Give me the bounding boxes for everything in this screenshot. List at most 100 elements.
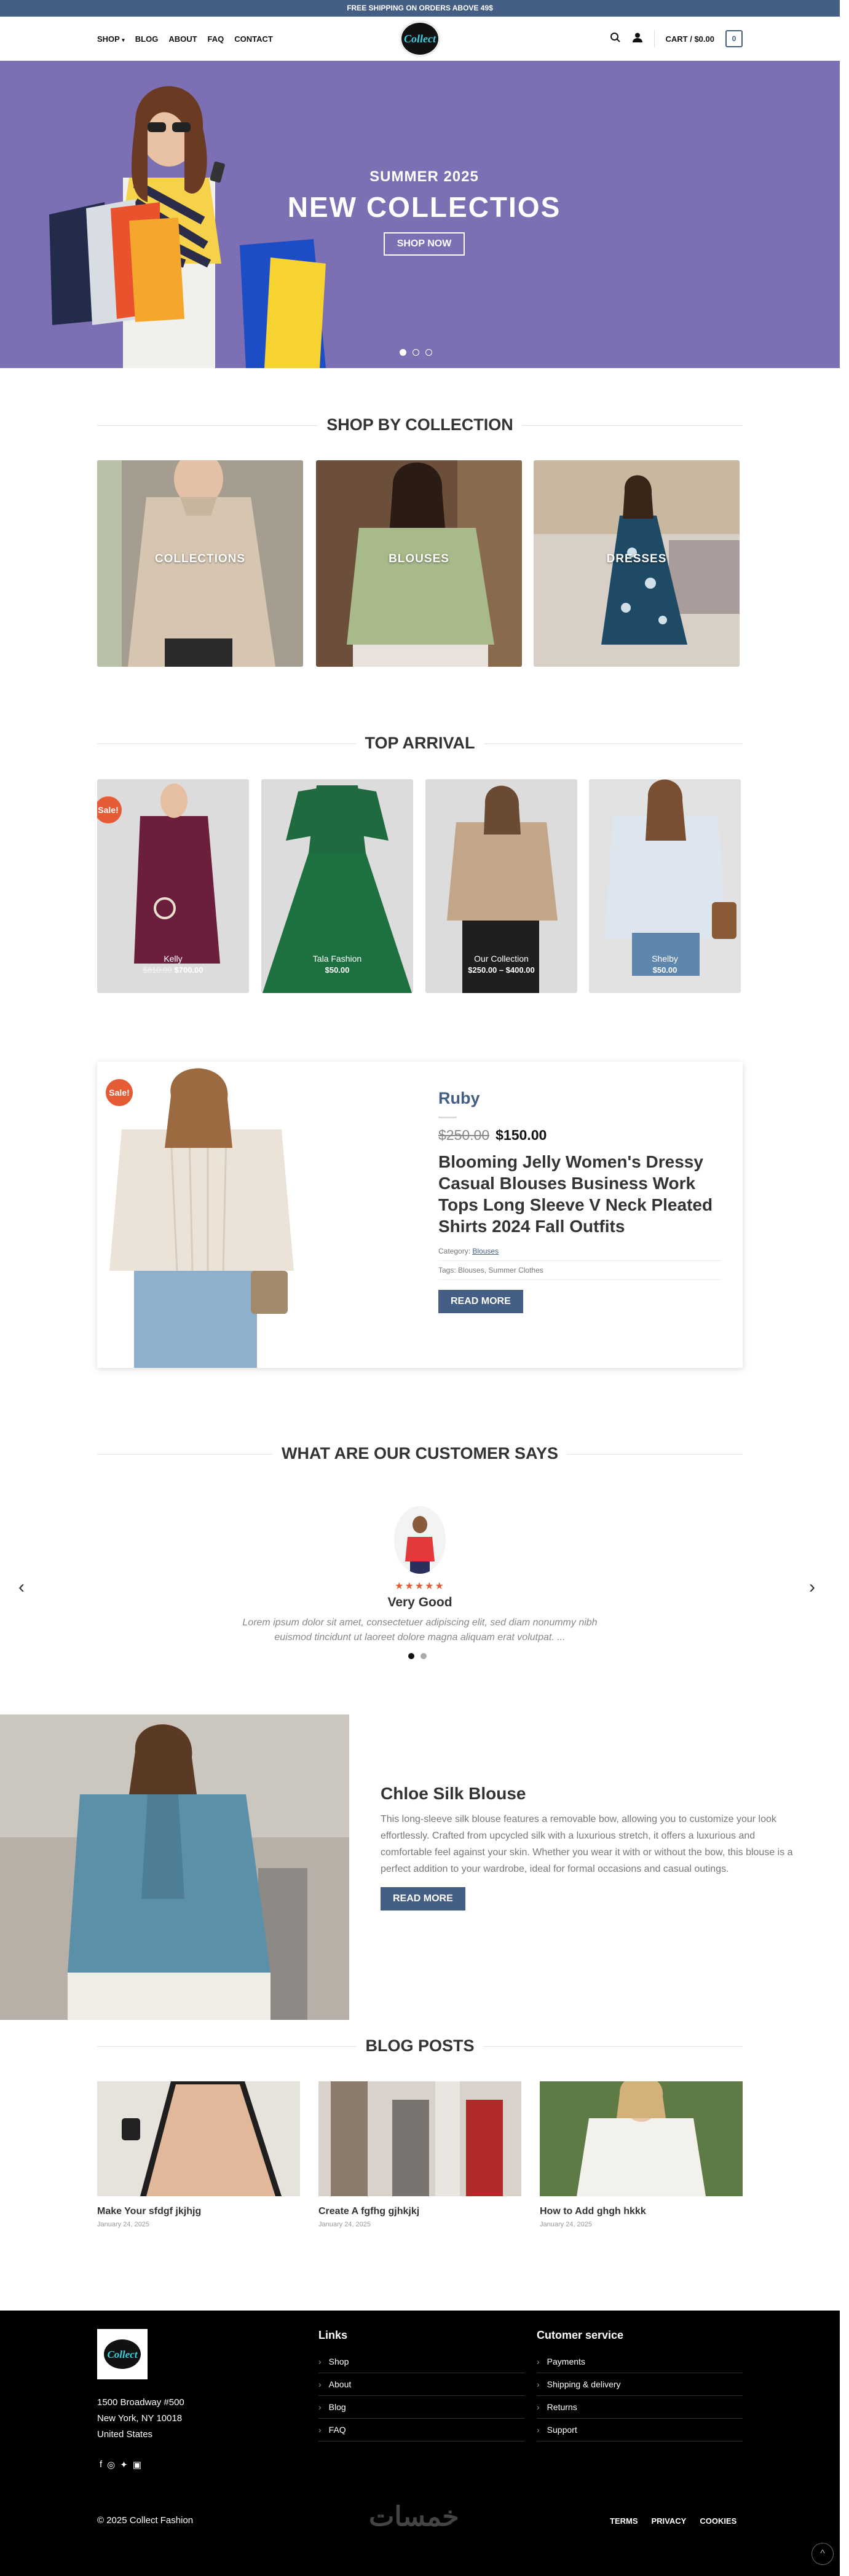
- blog-post-date: January 24, 2025: [97, 2221, 150, 2228]
- social-links: f ◎ ✦ ▣: [100, 2459, 141, 2470]
- footer-link-shipping[interactable]: Shipping & delivery: [537, 2373, 743, 2396]
- featured-title: Blooming Jelly Women's Dressy Casual Blo…: [438, 1152, 713, 1236]
- svg-text:Collect: Collect: [107, 2349, 138, 2360]
- blog-post-card[interactable]: How to Add ghgh hkkk January 24, 2025: [540, 2081, 743, 2228]
- nav-faq[interactable]: FAQ: [208, 34, 224, 44]
- footer-link-about[interactable]: About: [318, 2373, 524, 2396]
- hero-dot-1[interactable]: [400, 349, 406, 356]
- featured-product-image: [97, 1062, 306, 1368]
- blog-post-card[interactable]: Create A fgfhg gjhkjkj January 24, 2025: [318, 2081, 521, 2228]
- collection-card-blouses[interactable]: BLOUSES: [316, 460, 522, 667]
- blog-post-card[interactable]: Make Your sfdgf jkjhjg January 24, 2025: [97, 2081, 300, 2228]
- footer-link-shop[interactable]: Shop: [318, 2350, 524, 2373]
- next-arrow-icon[interactable]: ›: [809, 1577, 815, 1598]
- header-divider: [654, 30, 655, 47]
- blog-post-image[interactable]: [540, 2081, 743, 2196]
- product-name[interactable]: Kelly: [97, 954, 249, 964]
- site-header: SHOP ▾ BLOG ABOUT FAQ CONTACT Collect CA…: [0, 17, 840, 61]
- product-card-tala[interactable]: Tala Fashion $50.00: [261, 779, 413, 993]
- hero-title: NEW COLLECTIOS: [287, 191, 561, 223]
- footer-link-faq[interactable]: FAQ: [318, 2419, 524, 2441]
- product-card-our-collection[interactable]: Our Collection $250.00 – $400.00: [425, 779, 577, 993]
- product-price: $50.00: [325, 965, 350, 975]
- footer-service: Cutomer service Payments Shipping & deli…: [537, 2329, 743, 2441]
- featured-tags: Tags: Blouses, Summer Clothes: [438, 1266, 721, 1280]
- footer-logo[interactable]: Collect: [97, 2329, 148, 2379]
- testimonial-dot-2[interactable]: [421, 1653, 427, 1659]
- collection-section-title: SHOP BY COLLECTION: [97, 415, 743, 434]
- featured-product: Sale! Ruby $250.00 $150.00 Blooming Jelly…: [97, 1062, 743, 1368]
- product-name[interactable]: Tala Fashion: [261, 954, 413, 964]
- product-price: $810.00 $700.00: [143, 965, 203, 975]
- blog-post-image[interactable]: [318, 2081, 521, 2196]
- chloe-blouse-image: [0, 1714, 349, 2020]
- footer-link-payments[interactable]: Payments: [537, 2350, 743, 2373]
- watermark: خمسات: [369, 2502, 459, 2532]
- nav-blog[interactable]: BLOG: [135, 34, 159, 44]
- header-actions: CART / $0.00 0: [610, 17, 743, 61]
- divider: [438, 1117, 457, 1118]
- collection-label: BLOUSES: [389, 552, 449, 565]
- product-name[interactable]: Our Collection: [425, 954, 577, 964]
- search-icon[interactable]: [610, 32, 621, 46]
- cart-count-icon[interactable]: 0: [725, 30, 743, 47]
- shop-now-button[interactable]: SHOP NOW: [383, 232, 465, 256]
- chloe-title: Chloe Silk Blouse: [381, 1784, 526, 1803]
- user-icon[interactable]: [632, 32, 643, 46]
- testimonial-body: Lorem ipsum dolor sit amet, consectetuer…: [242, 1617, 598, 1643]
- blog-post-date: January 24, 2025: [540, 2221, 593, 2228]
- chloe-read-more-button[interactable]: READ MORE: [381, 1887, 465, 1910]
- instagram-icon[interactable]: ◎: [107, 2459, 115, 2470]
- product-card-shelby[interactable]: Shelby $50.00: [589, 779, 741, 993]
- back-to-top-icon[interactable]: ^: [811, 2543, 834, 2565]
- linkedin-icon[interactable]: ▣: [133, 2459, 141, 2470]
- product-name[interactable]: Shelby: [589, 954, 741, 964]
- nav-shop[interactable]: SHOP ▾: [97, 34, 125, 44]
- footer-link-blog[interactable]: Blog: [318, 2396, 524, 2419]
- testimonial-avatar: [394, 1506, 446, 1574]
- cart-link[interactable]: CART / $0.00: [666, 34, 714, 44]
- chevron-down-icon: ▾: [122, 36, 125, 43]
- blog-post-title[interactable]: Make Your sfdgf jkjhjg: [97, 2206, 300, 2217]
- hero-subtitle: SUMMER 2025: [369, 168, 479, 185]
- nav-contact[interactable]: CONTACT: [234, 34, 273, 44]
- collection-card-collections[interactable]: COLLECTIONS: [97, 460, 303, 667]
- rating-stars: ★★★★★: [395, 1581, 445, 1592]
- sale-badge: Sale!: [106, 1079, 133, 1106]
- hero-dot-3[interactable]: [425, 349, 432, 356]
- prev-arrow-icon[interactable]: ‹: [18, 1577, 25, 1598]
- nav-about[interactable]: ABOUT: [168, 34, 197, 44]
- terms-link[interactable]: TERMS: [610, 2516, 638, 2526]
- blog-post-title[interactable]: How to Add ghgh hkkk: [540, 2206, 743, 2217]
- svg-text:Collect: Collect: [404, 33, 436, 45]
- service-heading: Cutomer service: [537, 2329, 624, 2341]
- cookies-link[interactable]: COOKIES: [700, 2516, 736, 2526]
- facebook-icon[interactable]: f: [100, 2459, 102, 2470]
- shipping-banner: FREE SHIPPING ON ORDERS ABOVE 49$: [0, 0, 840, 17]
- twitter-icon[interactable]: ✦: [120, 2459, 128, 2470]
- tags-links[interactable]: Blouses, Summer Clothes: [458, 1266, 543, 1274]
- legal-links: TERMS PRIVACY COOKIES: [610, 2516, 736, 2526]
- product-price: $50.00: [652, 965, 677, 975]
- blog-post-image[interactable]: [97, 2081, 300, 2196]
- collection-card-dresses[interactable]: DRESSES: [534, 460, 740, 667]
- featured-price: $250.00 $150.00: [438, 1127, 547, 1143]
- read-more-button[interactable]: READ MORE: [438, 1290, 523, 1313]
- blog-post-title[interactable]: Create A fgfhg gjhkjkj: [318, 2206, 521, 2217]
- copyright: © 2025 Collect Fashion: [97, 2515, 194, 2526]
- privacy-link[interactable]: PRIVACY: [652, 2516, 687, 2526]
- testimonial-dot-1[interactable]: [408, 1653, 414, 1659]
- product-card-kelly[interactable]: Sale! Kelly $810.00 $700.00: [97, 779, 249, 993]
- hero-dot-2[interactable]: [413, 349, 419, 356]
- hero-banner: SUMMER 2025 NEW COLLECTIOS SHOP NOW: [0, 61, 840, 368]
- blog-section-title: BLOG POSTS: [97, 2036, 743, 2056]
- testimonial-pagination: [408, 1653, 427, 1659]
- collection-label: COLLECTIONS: [154, 552, 246, 565]
- site-logo[interactable]: Collect: [397, 20, 443, 57]
- footer-link-support[interactable]: Support: [537, 2419, 743, 2441]
- featured-brand[interactable]: Ruby: [438, 1089, 721, 1108]
- testimonial-name: Very Good: [387, 1595, 452, 1609]
- category-link[interactable]: Blouses: [472, 1247, 499, 1255]
- footer-link-returns[interactable]: Returns: [537, 2396, 743, 2419]
- blog-post-date: January 24, 2025: [318, 2221, 371, 2228]
